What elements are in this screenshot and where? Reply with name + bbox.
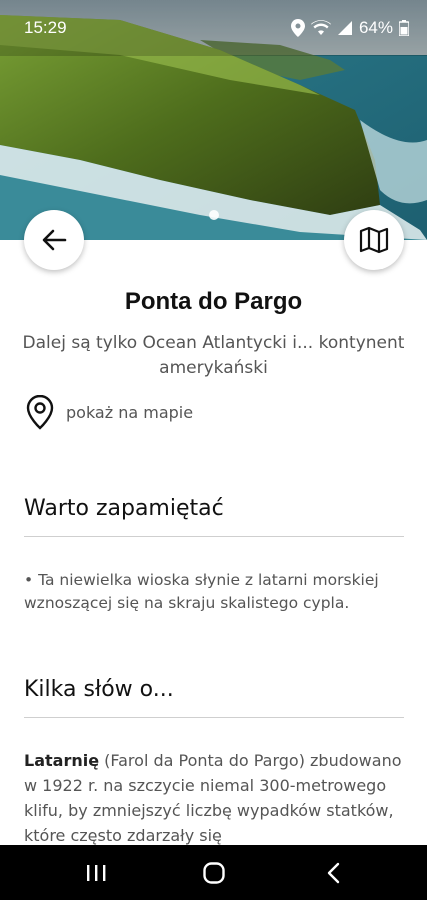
arrow-left-icon: [42, 229, 67, 251]
status-time: 15:29: [24, 18, 67, 37]
location-pin-icon: [26, 394, 54, 430]
open-map-button[interactable]: [344, 210, 404, 270]
section-divider: [24, 717, 404, 718]
show-on-map-link[interactable]: pokaż na mapie: [24, 394, 193, 430]
back-button[interactable]: [24, 210, 84, 270]
pager-dot-active[interactable]: [208, 210, 219, 220]
home-icon: [203, 861, 225, 884]
place-subtitle: Dalej są tylko Ocean Atlantycki i... kon…: [22, 333, 405, 378]
status-icons: 64%: [290, 18, 409, 38]
section-heading: Kilka słów o...: [24, 677, 174, 702]
bullet-item: • Ta niewielka wioska słynie z latarni m…: [24, 571, 379, 612]
section-remember: Warto zapamiętać: [24, 496, 404, 537]
section-heading: Warto zapamiętać: [24, 496, 224, 521]
map-icon: [359, 226, 389, 254]
show-on-map-label: pokaż na mapie: [66, 402, 194, 422]
system-back-button[interactable]: [304, 845, 364, 900]
section-divider: [24, 536, 404, 537]
location-icon: [290, 19, 305, 37]
recent-apps-button[interactable]: [66, 845, 126, 900]
wifi-icon: [310, 20, 331, 36]
recent-apps-icon: [87, 864, 106, 881]
about-paragraph: Latarnię (Farol da Ponta do Pargo) zbudo…: [24, 748, 409, 848]
status-bar: 15:29 64%: [0, 0, 427, 56]
signal-icon: [337, 20, 353, 36]
chevron-left-icon: [327, 862, 340, 883]
paragraph-bold-term: Latarnię: [24, 751, 100, 770]
system-nav-bar: [0, 845, 427, 900]
section-about: Kilka słów o...: [24, 677, 404, 718]
place-title: Ponta do Pargo: [124, 288, 303, 315]
home-button[interactable]: [184, 845, 244, 900]
battery-icon: [399, 20, 409, 36]
battery-percent: 64%: [358, 18, 393, 37]
